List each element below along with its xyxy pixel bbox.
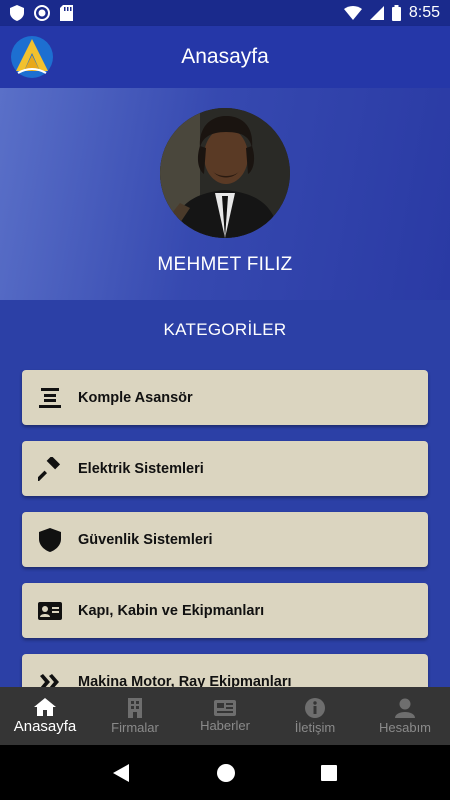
nav-label: Hesabım bbox=[378, 719, 432, 735]
category-label: Güvenlik Sistemleri bbox=[78, 531, 213, 548]
category-makina-motor[interactable]: Makina Motor, Ray Ekipmanları bbox=[22, 654, 428, 687]
person-icon bbox=[395, 698, 415, 718]
category-guvenlik-sistemleri[interactable]: Güvenlik Sistemleri bbox=[22, 512, 428, 567]
nav-item-iletisim[interactable]: İletişim bbox=[270, 687, 360, 745]
nav-label: Haberler bbox=[200, 717, 250, 733]
gavel-icon bbox=[22, 456, 78, 481]
wifi-icon bbox=[343, 6, 362, 20]
nav-label: İletişim bbox=[294, 719, 336, 735]
shield-status-icon bbox=[10, 5, 24, 21]
category-label: Komple Asansör bbox=[78, 389, 193, 406]
system-nav-bar bbox=[0, 745, 450, 800]
category-kapi-kabin[interactable]: Kapı, Kabin ve Ekipmanları bbox=[22, 583, 428, 638]
home-circle-icon[interactable] bbox=[217, 763, 235, 782]
nav-item-firmalar[interactable]: Firmalar bbox=[90, 687, 180, 745]
record-status-icon bbox=[34, 5, 50, 21]
avatar[interactable] bbox=[160, 108, 290, 238]
newspaper-icon bbox=[214, 699, 236, 716]
shield-icon bbox=[22, 527, 78, 552]
nav-item-hesabim[interactable]: Hesabım bbox=[360, 687, 450, 745]
nav-label: Firmalar bbox=[111, 719, 159, 735]
profile-name: MEHMET FILIZ bbox=[157, 254, 293, 275]
sd-card-icon bbox=[60, 5, 73, 21]
profile-header: MEHMET FILIZ bbox=[0, 88, 450, 300]
battery-icon bbox=[391, 5, 401, 21]
building-icon bbox=[128, 697, 142, 718]
categories-section: KATEGORİLER Komple Asansör Elektrik Sist… bbox=[0, 300, 450, 687]
recents-icon[interactable] bbox=[321, 764, 337, 781]
home-icon bbox=[34, 697, 56, 716]
status-time: 8:55 bbox=[408, 4, 440, 21]
back-icon[interactable] bbox=[113, 763, 131, 782]
nav-item-haberler[interactable]: Haberler bbox=[180, 687, 270, 745]
section-title: KATEGORİLER bbox=[163, 320, 287, 339]
list-lines-icon bbox=[22, 387, 78, 408]
app-logo[interactable] bbox=[10, 35, 54, 79]
double-chevron-icon bbox=[22, 673, 78, 687]
category-komple-asansor[interactable]: Komple Asansör bbox=[22, 370, 428, 425]
info-icon bbox=[305, 697, 325, 718]
nav-item-anasayfa[interactable]: Anasayfa bbox=[0, 687, 90, 745]
app-bar: Anasayfa bbox=[0, 26, 450, 88]
nav-label: Anasayfa bbox=[13, 717, 77, 735]
signal-icon bbox=[369, 6, 384, 20]
status-bar: 8:55 bbox=[0, 0, 450, 26]
page-title: Anasayfa bbox=[181, 45, 269, 68]
category-label: Elektrik Sistemleri bbox=[78, 460, 204, 477]
id-card-icon bbox=[22, 601, 78, 620]
bottom-nav: Anasayfa Firmalar Haberler İletişim Hesa… bbox=[0, 687, 450, 745]
category-elektrik-sistemleri[interactable]: Elektrik Sistemleri bbox=[22, 441, 428, 496]
category-label: Kapı, Kabin ve Ekipmanları bbox=[78, 602, 265, 619]
category-label: Makina Motor, Ray Ekipmanları bbox=[78, 673, 292, 688]
